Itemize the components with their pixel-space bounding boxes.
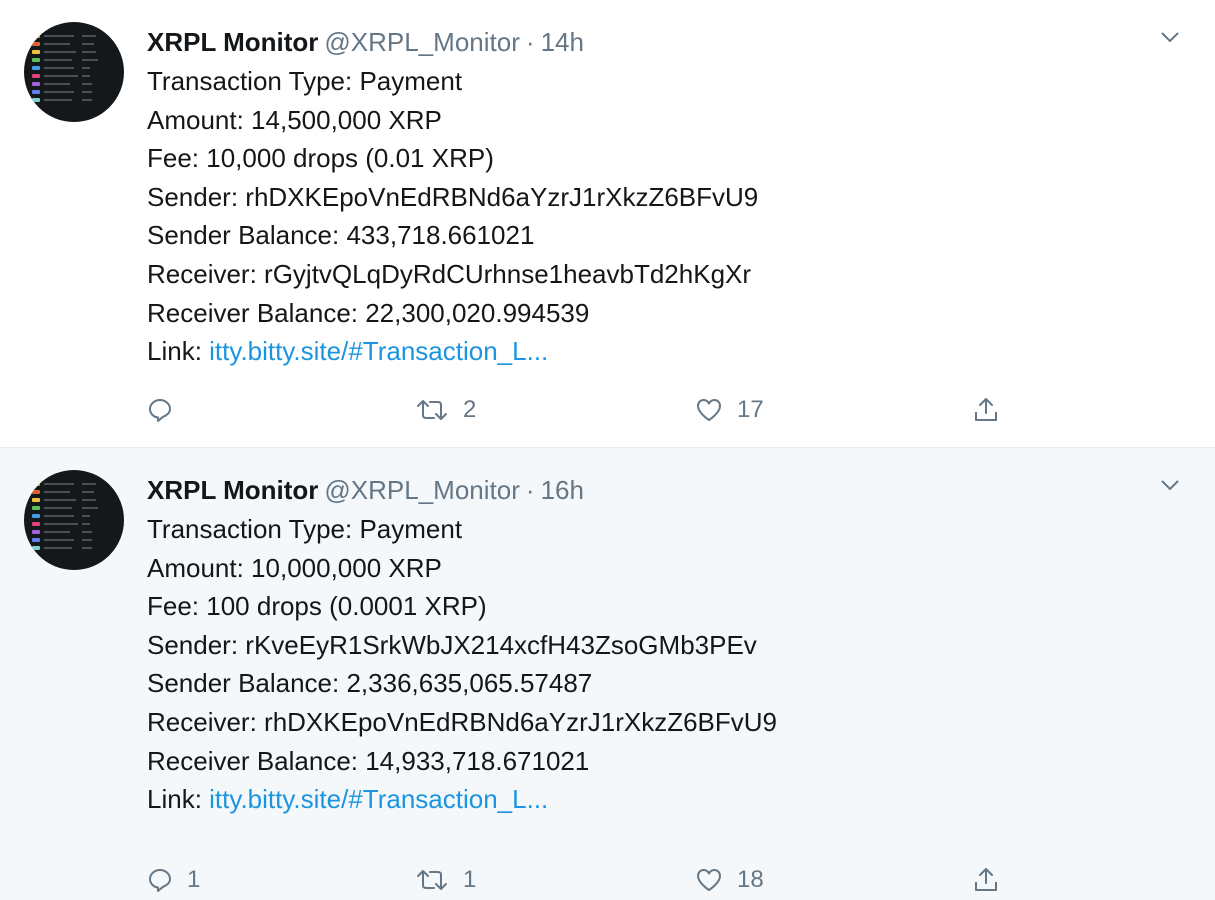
reply-icon <box>147 397 173 423</box>
retweet-button[interactable]: 2 <box>415 390 476 430</box>
tweet-line: Amount: 10,000,000 XRP <box>147 552 442 583</box>
tweet-line: Fee: 10,000 drops (0.01 XRP) <box>147 143 494 174</box>
reply-button[interactable]: 1 <box>147 860 200 900</box>
avatar[interactable] <box>24 470 124 570</box>
tweet-text: Transaction Type: Payment Amount: 14,500… <box>147 62 1127 371</box>
tweet[interactable]: XRPL Monitor @XRPL_Monitor · 16h Transactio… <box>0 448 1215 900</box>
tweet-header: XRPL Monitor @XRPL_Monitor · 14h <box>147 24 1127 60</box>
caret-down-icon[interactable] <box>1159 478 1181 492</box>
like-button[interactable]: 18 <box>695 860 764 900</box>
tweet-actions: 2 17 <box>147 390 1047 430</box>
tweet-line: Receiver: rGyjtvQLqDyRdCUrhnse1heavbTd2h… <box>147 258 752 289</box>
avatar[interactable] <box>24 22 124 122</box>
reply-button[interactable] <box>147 390 187 430</box>
caret-down-icon[interactable] <box>1159 30 1181 44</box>
tweet-content: XRPL Monitor @XRPL_Monitor · 16h Transactio… <box>147 472 1127 819</box>
tweet-line: Sender Balance: 2,336,635,065.57487 <box>147 668 593 699</box>
separator-dot: · <box>525 27 535 57</box>
like-count: 18 <box>737 866 764 893</box>
like-icon <box>695 867 723 893</box>
tweet-line: Transaction Type: Payment <box>147 514 463 544</box>
reply-icon <box>147 867 173 893</box>
user-handle[interactable]: @XRPL_Monitor <box>324 475 519 505</box>
timestamp[interactable]: 16h <box>541 475 584 505</box>
transaction-link[interactable]: itty.bitty.site/#Transaction_L... <box>209 784 548 814</box>
share-icon <box>973 396 999 424</box>
tweet-text: Transaction Type: Payment Amount: 10,000… <box>147 510 1127 819</box>
like-icon <box>695 397 723 423</box>
separator-dot: · <box>525 475 535 505</box>
tweet-line: Receiver Balance: 14,933,718.671021 <box>147 745 590 776</box>
share-button[interactable] <box>973 390 999 430</box>
tweet-actions: 1 1 18 <box>147 860 1047 900</box>
display-name[interactable]: XRPL Monitor <box>147 27 318 57</box>
link-label: Link: <box>147 784 210 815</box>
share-button[interactable] <box>973 860 999 900</box>
tweet-feed: XRPL Monitor @XRPL_Monitor · 14h Transactio… <box>0 0 1215 900</box>
retweet-count: 2 <box>463 396 477 423</box>
tweet-line: Sender: rhDXKEpoVnEdRBNd6aYzrJ1rXkzZ6BFv… <box>147 181 759 212</box>
retweet-icon <box>415 397 449 423</box>
tweet-content: XRPL Monitor @XRPL_Monitor · 14h Transactio… <box>147 24 1127 371</box>
tweet-header: XRPL Monitor @XRPL_Monitor · 16h <box>147 472 1127 508</box>
tweet-line: Fee: 100 drops (0.0001 XRP) <box>147 591 487 622</box>
like-count: 17 <box>737 396 764 423</box>
transaction-link[interactable]: itty.bitty.site/#Transaction_L... <box>209 336 548 366</box>
retweet-button[interactable]: 1 <box>415 860 476 900</box>
tweet-link-line: Link: itty.bitty.site/#Transaction_L... <box>147 332 1127 371</box>
like-button[interactable]: 17 <box>695 390 764 430</box>
tweet-line: Receiver: rhDXKEpoVnEdRBNd6aYzrJ1rXkzZ6B… <box>147 706 778 737</box>
reply-count: 1 <box>187 866 201 893</box>
tweet-line: Amount: 14,500,000 XRP <box>147 104 442 135</box>
tweet-line: Transaction Type: Payment <box>147 66 463 96</box>
display-name[interactable]: XRPL Monitor <box>147 475 318 505</box>
user-handle[interactable]: @XRPL_Monitor <box>324 27 519 57</box>
tweet-line: Receiver Balance: 22,300,020.994539 <box>147 297 590 328</box>
retweet-icon <box>415 867 449 893</box>
tweet-line: Sender Balance: 433,718.661021 <box>147 220 535 251</box>
tweet-link-line: Link: itty.bitty.site/#Transaction_L... <box>147 780 1127 819</box>
share-icon <box>973 866 999 894</box>
link-label: Link: <box>147 336 210 367</box>
tweet-line: Sender: rKveEyR1SrkWbJX214xcfH43ZsoGMb3P… <box>147 629 757 660</box>
retweet-count: 1 <box>463 866 477 893</box>
timestamp[interactable]: 14h <box>541 27 584 57</box>
tweet[interactable]: XRPL Monitor @XRPL_Monitor · 14h Transactio… <box>0 0 1215 448</box>
